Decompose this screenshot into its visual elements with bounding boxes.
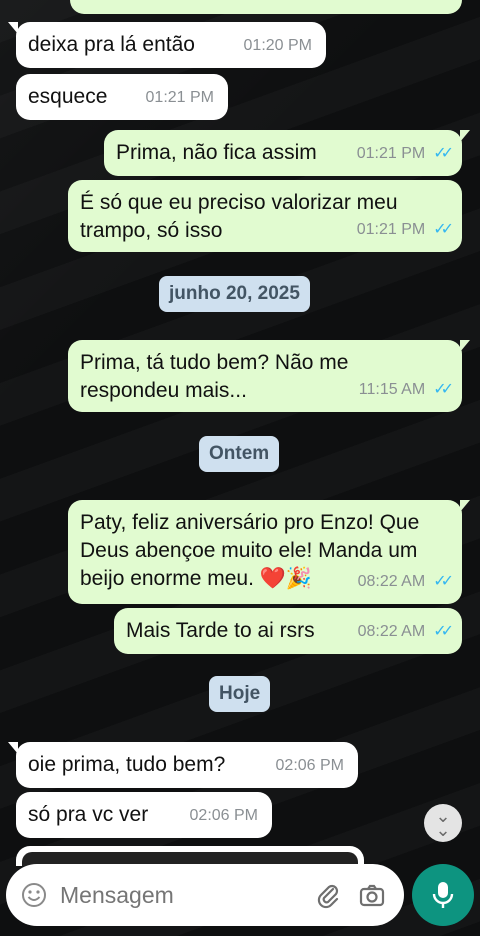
message-outgoing[interactable]: Prima, tá tudo bem? Não me respondeu mai… bbox=[68, 340, 470, 412]
message-outgoing[interactable]: Mais Tarde to ai rsrs 08:22 AM ✓✓ bbox=[114, 608, 462, 654]
message-incoming[interactable]: deixa pra lá então 01:20 PM bbox=[8, 22, 326, 68]
message-text: esquece bbox=[28, 85, 108, 108]
chevrons-down-icon: ⌄ ⌄ bbox=[435, 806, 451, 840]
message-outgoing[interactable]: É só que eu preciso valorizar meu trampo… bbox=[68, 180, 462, 252]
double-check-icon: ✓✓ bbox=[433, 145, 454, 162]
message-incoming[interactable]: esquece 01:21 PM bbox=[16, 74, 228, 120]
message-text: Prima, não fica assim bbox=[116, 141, 317, 164]
camera-button[interactable] bbox=[358, 881, 386, 909]
media-message-partial[interactable] bbox=[16, 846, 364, 866]
message-text: só pra vc ver bbox=[28, 803, 149, 826]
double-check-icon: ✓✓ bbox=[433, 381, 454, 398]
message-time: 08:22 AM ✓✓ bbox=[358, 568, 454, 596]
emoji-button[interactable] bbox=[20, 881, 48, 909]
message-text: deixa pra lá então bbox=[28, 33, 195, 56]
message-incoming[interactable]: oie prima, tudo bem? 02:06 PM bbox=[8, 742, 358, 788]
message-text: oie prima, tudo bem? bbox=[28, 753, 226, 776]
message-time: 01:21 PM ✓✓ bbox=[357, 216, 454, 244]
attach-button[interactable] bbox=[314, 881, 342, 909]
day-separator: Hoje bbox=[209, 676, 271, 712]
paperclip-icon bbox=[317, 884, 339, 909]
message-input[interactable] bbox=[58, 880, 302, 910]
microphone-icon bbox=[432, 882, 454, 908]
message-time: 08:22 AM ✓✓ bbox=[358, 618, 454, 646]
message-outgoing[interactable]: Prima, não fica assim 01:21 PM ✓✓ bbox=[104, 130, 470, 176]
double-check-icon: ✓✓ bbox=[433, 221, 454, 238]
day-separator: junho 20, 2025 bbox=[159, 276, 310, 312]
message-outgoing[interactable]: Paty, feliz aniversário pro Enzo! Que De… bbox=[68, 500, 470, 604]
message-time: 01:20 PM bbox=[243, 37, 312, 54]
message-time: 11:15 AM ✓✓ bbox=[359, 376, 454, 404]
double-check-icon: ✓✓ bbox=[433, 573, 454, 590]
message-text: Mais Tarde to ai rsrs bbox=[126, 619, 315, 642]
message-incoming[interactable]: só pra vc ver 02:06 PM bbox=[16, 792, 272, 838]
day-separator: Ontem bbox=[199, 436, 280, 472]
scroll-down-button[interactable]: ⌄ ⌄ bbox=[424, 804, 462, 842]
camera-icon bbox=[359, 884, 385, 907]
message-time: 02:06 PM bbox=[189, 807, 258, 824]
message-time: 01:21 PM ✓✓ bbox=[357, 140, 454, 168]
message-text: Prima, tá tudo bem? Não me respondeu mai… bbox=[80, 351, 349, 402]
double-check-icon: ✓✓ bbox=[433, 623, 454, 640]
voice-record-button[interactable] bbox=[412, 864, 474, 926]
message-time: 01:21 PM bbox=[145, 89, 214, 106]
message-time: 02:06 PM bbox=[275, 757, 344, 774]
message-composer bbox=[6, 864, 404, 926]
emoji-icon bbox=[22, 883, 46, 907]
message-bubble-partial bbox=[70, 0, 462, 14]
